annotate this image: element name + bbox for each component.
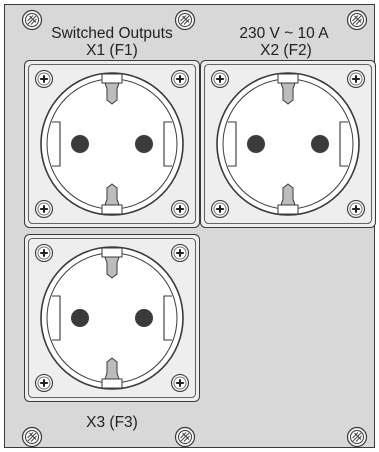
phillips-screw-icon <box>170 69 190 89</box>
phillips-screw-icon <box>170 199 190 219</box>
socket-label-x3: X3 (F3) <box>86 414 138 431</box>
phillips-screw-icon <box>210 69 230 89</box>
socket-label-x2: X2 (F2) <box>260 42 312 59</box>
panel-title: Switched Outputs <box>51 25 173 42</box>
phillips-screw-icon <box>34 373 54 393</box>
phillips-screw-icon <box>34 69 54 89</box>
mounting-screw-icon <box>174 426 196 448</box>
socket-hole-right <box>311 135 329 153</box>
phillips-screw-icon <box>210 199 230 219</box>
mounting-screw-icon <box>21 9 43 31</box>
phillips-screw-icon <box>34 199 54 219</box>
mounting-screw-icon <box>346 426 368 448</box>
phillips-screw-icon <box>346 199 366 219</box>
socket-hole-left <box>71 135 89 153</box>
phillips-screw-icon <box>170 243 190 263</box>
socket-module-x1 <box>24 60 200 228</box>
socket-hole-right <box>135 135 153 153</box>
switched-outputs-panel: Switched Outputs 230 V ~ 10 A X1 (F1) X2… <box>0 0 379 452</box>
mounting-screw-icon <box>346 9 368 31</box>
socket-hole-left <box>247 135 265 153</box>
phillips-screw-icon <box>34 243 54 263</box>
socket-hole-left <box>71 309 89 327</box>
socket-label-x1: X1 (F1) <box>86 42 138 59</box>
phillips-screw-icon <box>170 373 190 393</box>
socket-module-x2 <box>200 60 376 228</box>
phillips-screw-icon <box>346 69 366 89</box>
mounting-screw-icon <box>21 426 43 448</box>
mounting-screw-icon <box>174 9 196 31</box>
rating-label: 230 V ~ 10 A <box>239 25 329 42</box>
socket-module-x3 <box>24 234 200 402</box>
socket-hole-right <box>135 309 153 327</box>
